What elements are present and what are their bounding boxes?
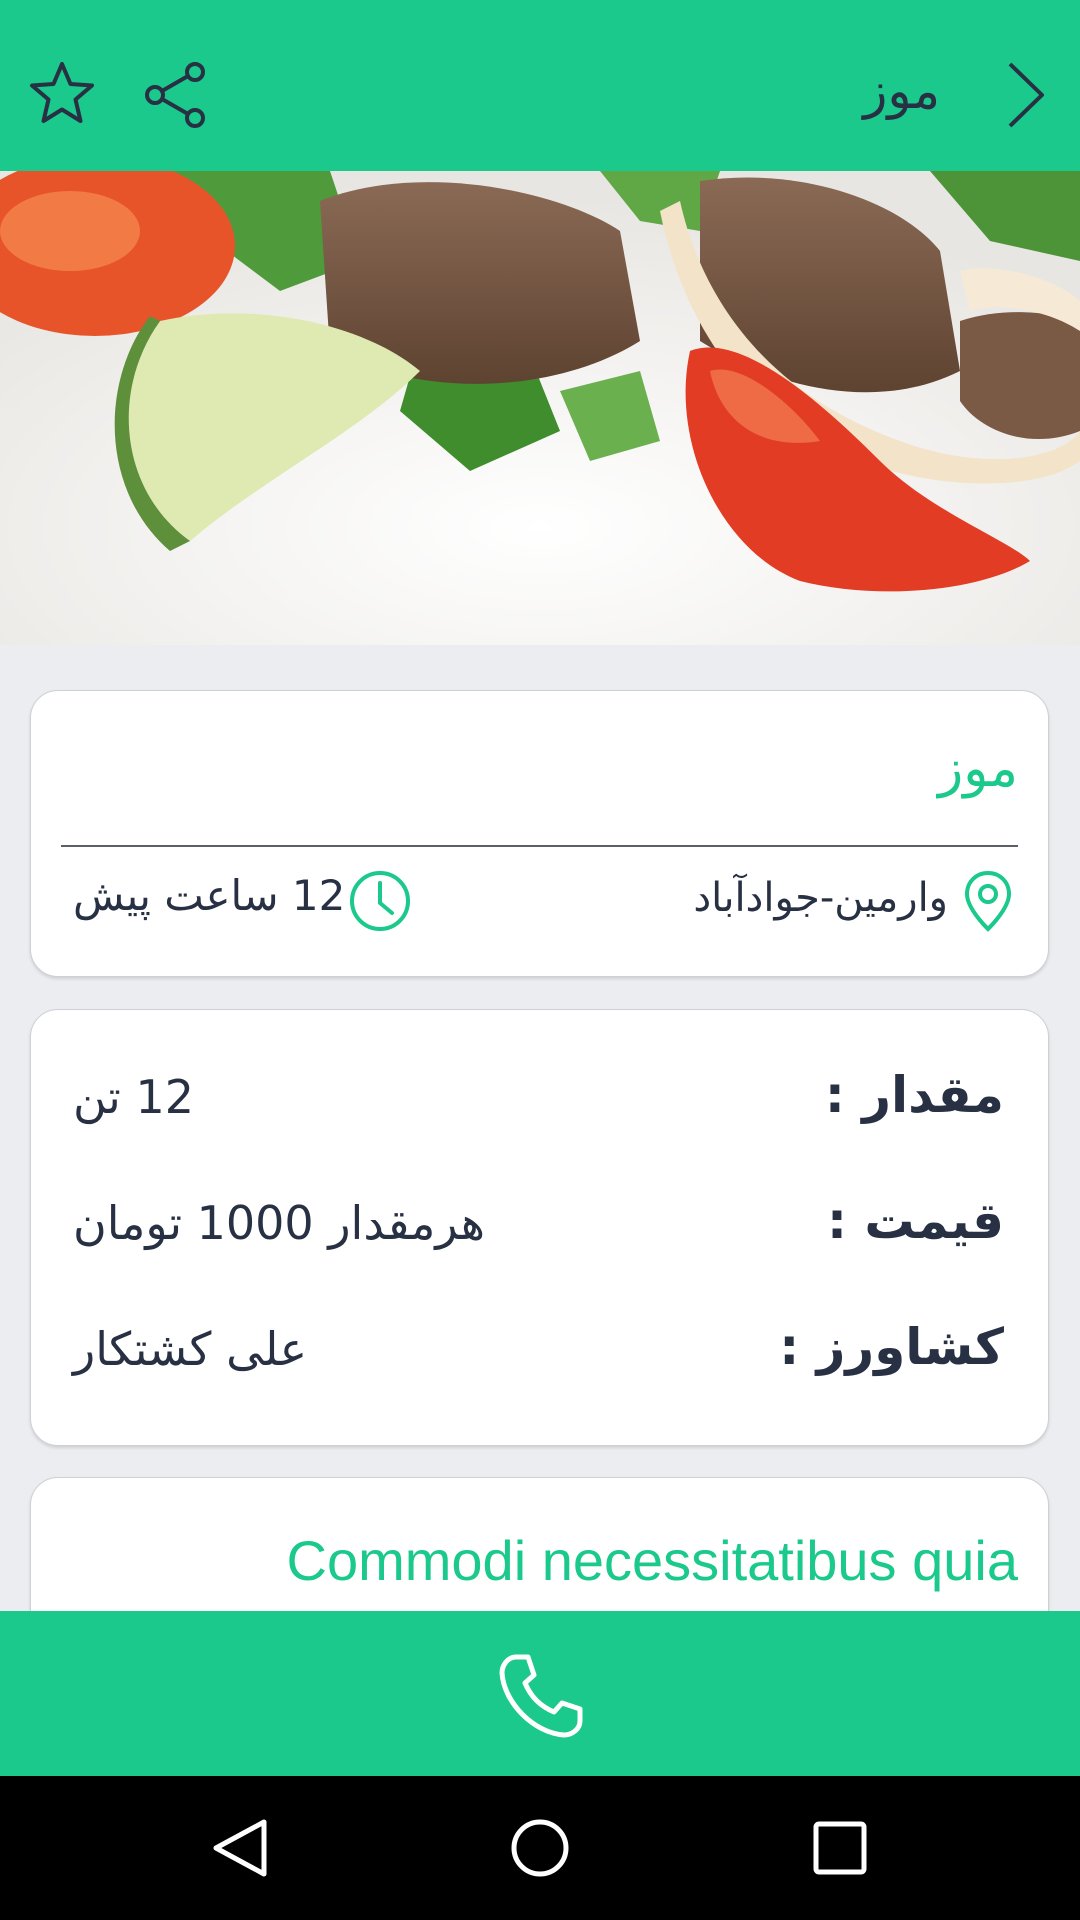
- farmer-value: علی کشتکار: [73, 1322, 308, 1376]
- call-button[interactable]: [0, 1611, 1080, 1776]
- quantity-value: 12 تن: [73, 1070, 194, 1124]
- posted-time-text: 12 ساعت پیش: [73, 871, 346, 920]
- clock-icon: [350, 871, 410, 931]
- circle-home-icon[interactable]: [506, 1814, 574, 1882]
- product-title: موز: [938, 739, 1018, 799]
- system-navigation-bar: [0, 1776, 1080, 1920]
- triangle-back-icon[interactable]: [206, 1814, 274, 1882]
- price-label: قیمت :: [826, 1192, 1004, 1250]
- quantity-label: مقدار :: [824, 1066, 1004, 1124]
- app-bar: موز: [0, 0, 1080, 171]
- map-pin-icon: [964, 870, 1012, 932]
- share-icon[interactable]: [140, 60, 210, 130]
- description-title: Commodi necessitatibus quia: [286, 1529, 1018, 1592]
- product-image-gallery[interactable]: [0, 171, 1080, 645]
- price-value: هرمقدار 1000 تومان: [73, 1196, 486, 1250]
- farmer-label: کشاورز :: [779, 1318, 1004, 1376]
- square-recents-icon[interactable]: [806, 1814, 874, 1882]
- page-title: موز: [863, 62, 940, 120]
- star-outline-icon[interactable]: [28, 60, 96, 128]
- phone-icon: [499, 1654, 583, 1738]
- food-photo: [0, 171, 1080, 645]
- details-card: مقدار : 12 تن قیمت : هرمقدار 1000 تومان …: [30, 1009, 1049, 1446]
- divider: [61, 845, 1018, 847]
- chevron-right-icon[interactable]: [1002, 60, 1050, 130]
- location-text: وارمین-جوادآباد: [693, 875, 948, 921]
- summary-card: موز وارمین-جوادآباد 12 ساعت پیش: [30, 690, 1049, 977]
